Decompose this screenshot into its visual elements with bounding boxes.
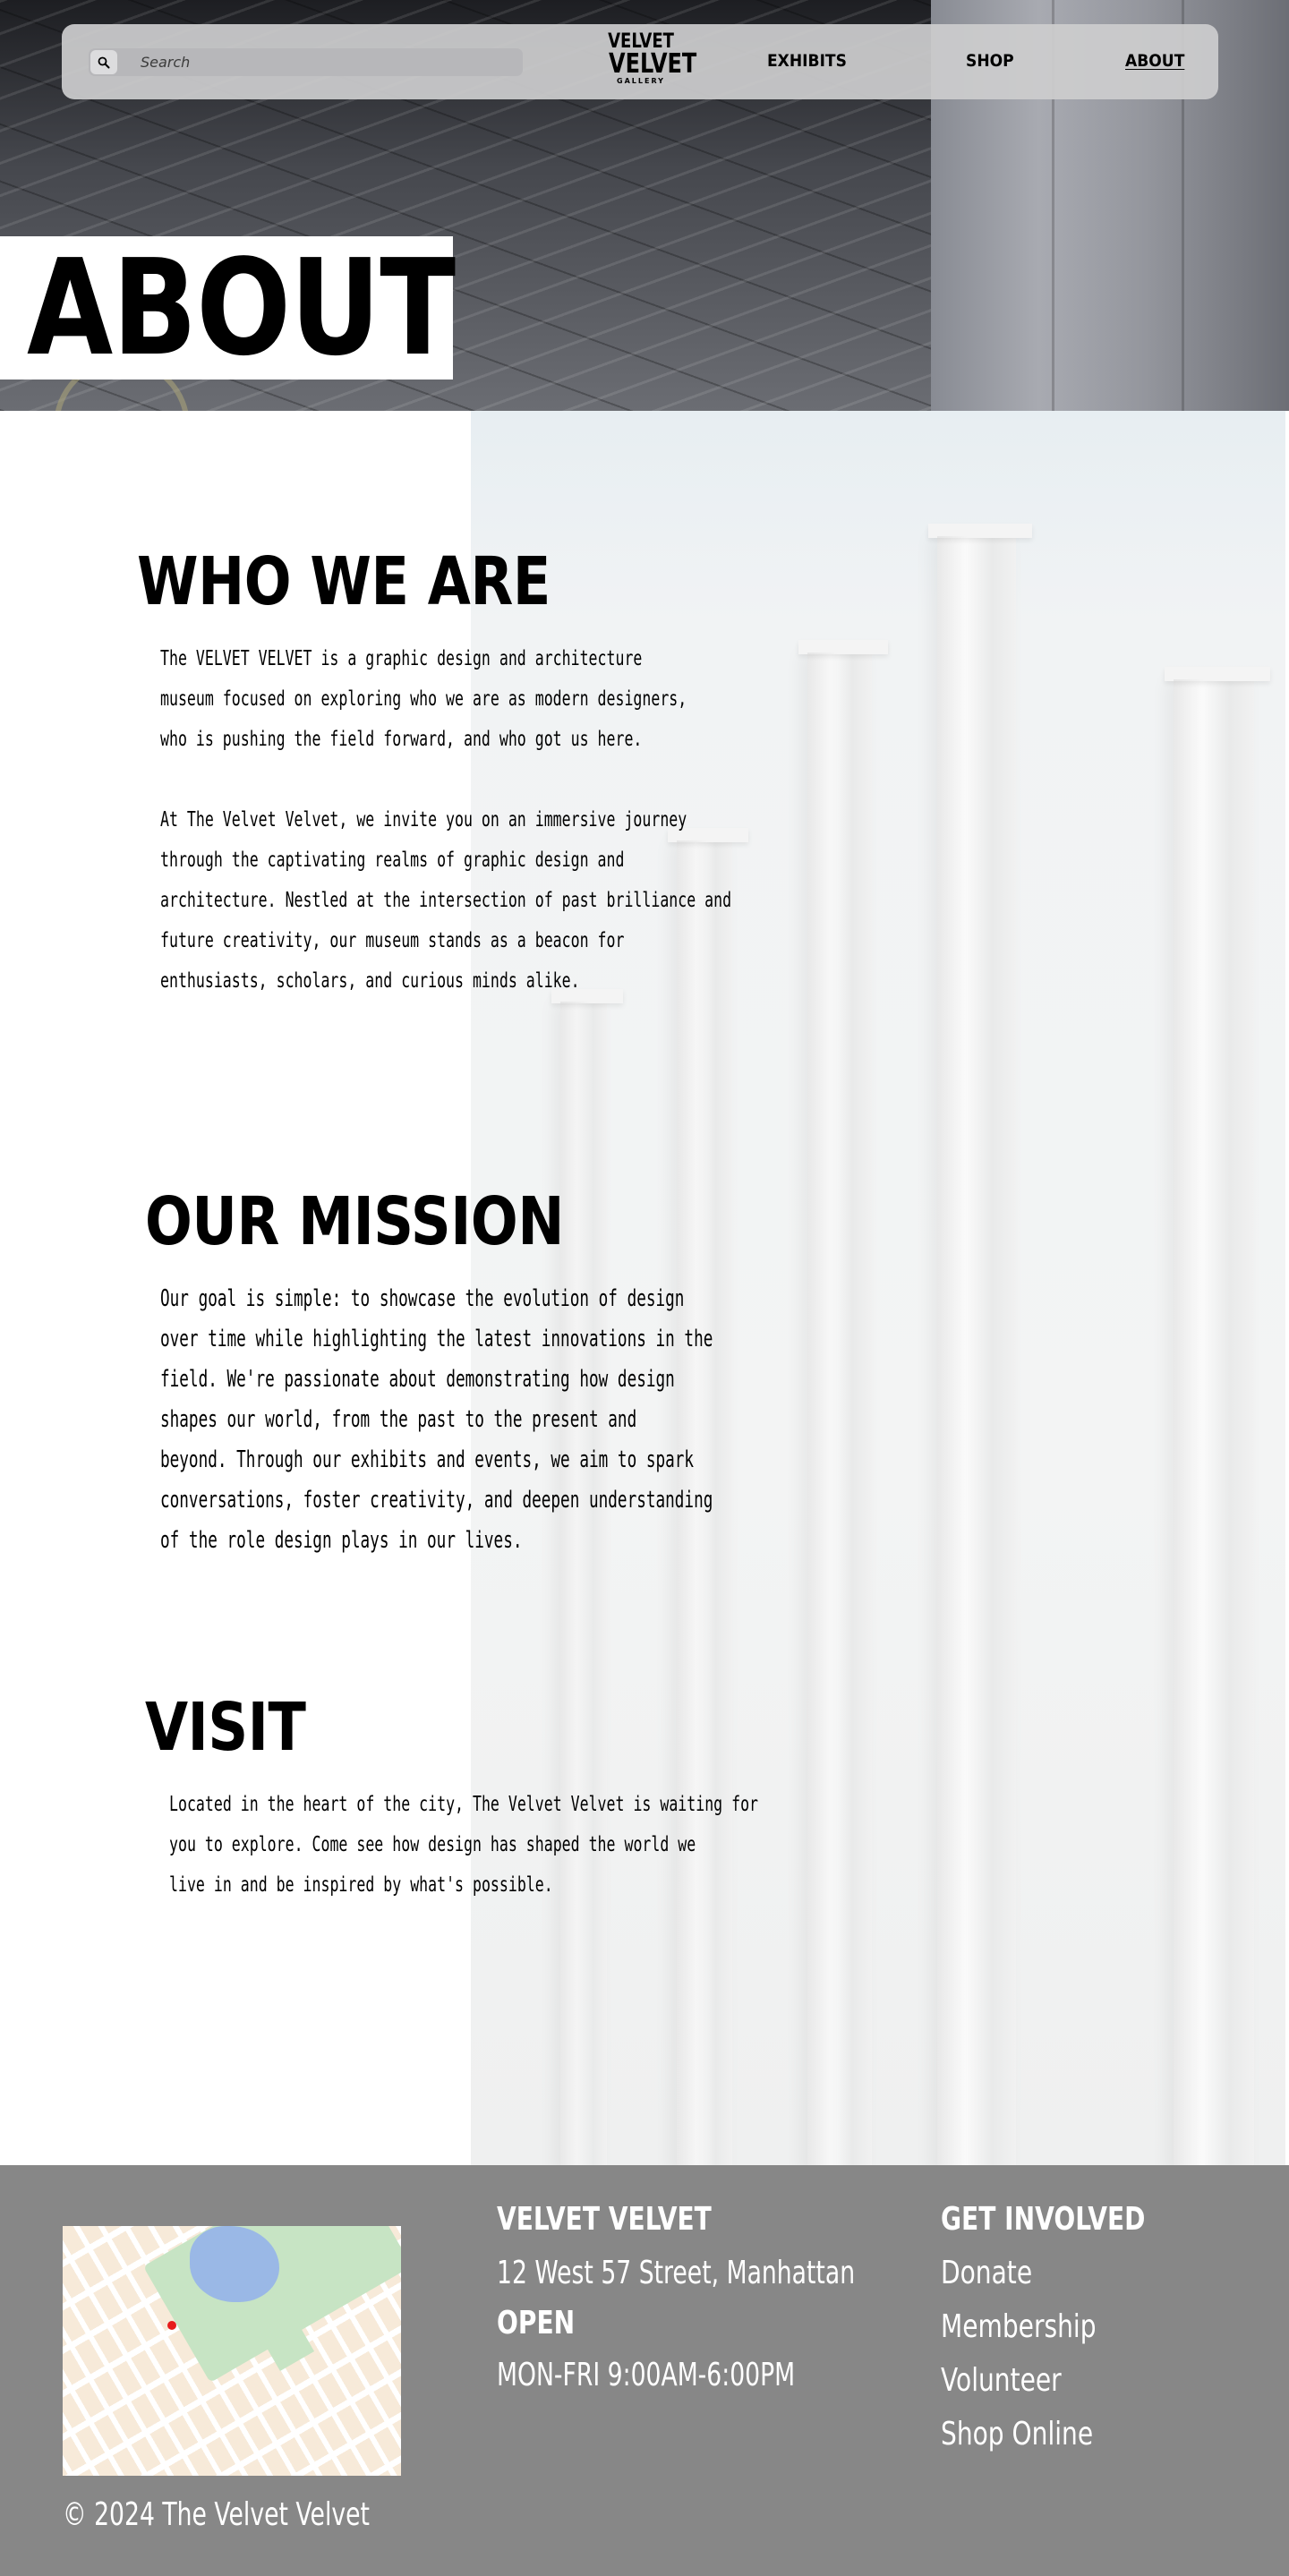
who-we-are-heading: WHO WE ARE <box>137 543 551 620</box>
architecture-column <box>928 524 1032 2165</box>
copyright-text: © 2024 The Velvet Velvet <box>63 2496 370 2533</box>
hero-title-box: ABOUT <box>0 231 456 385</box>
search-bar <box>89 48 523 76</box>
nav-link-shop[interactable]: SHOP <box>966 51 1014 71</box>
footer-link-shop-online[interactable]: Shop Online <box>941 2415 1093 2454</box>
footer-link-volunteer[interactable]: Volunteer <box>941 2361 1062 2401</box>
architecture-column <box>551 989 623 2165</box>
map-pin-icon <box>167 2321 176 2330</box>
get-involved-heading: GET INVOLVED <box>941 2201 1146 2238</box>
footer-address: 12 West 57 Street, Manhattan <box>497 2255 856 2291</box>
search-input[interactable] <box>141 48 508 76</box>
visit-paragraph: Located in the heart of the city, The Ve… <box>169 1793 759 1897</box>
about-content: WHO WE ARE The VELVET VELVET is a graphi… <box>0 411 1289 2165</box>
footer-link-membership[interactable]: Membership <box>941 2307 1097 2347</box>
our-mission-heading: OUR MISSION <box>145 1183 564 1260</box>
search-icon <box>98 56 110 68</box>
visit-heading: VISIT <box>145 1689 306 1766</box>
footer-museum-name: VELVET VELVET <box>497 2201 712 2238</box>
architecture-column <box>1165 667 1270 2165</box>
footer-hours: MON-FRI 9:00AM-6:00PM <box>497 2357 796 2393</box>
who-we-are-paragraph-1: The VELVET VELVET is a graphic design an… <box>160 647 687 751</box>
search-button[interactable] <box>90 50 117 74</box>
architecture-column <box>798 640 888 2165</box>
who-we-are-paragraph-2: At The Velvet Velvet, we invite you on a… <box>160 808 732 993</box>
our-mission-paragraph: Our goal is simple: to showcase the evol… <box>160 1285 713 1554</box>
site-logo[interactable]: VELVET VELVET GALLERY <box>601 32 697 91</box>
footer-link-donate[interactable]: Donate <box>941 2254 1032 2293</box>
footer-open-label: OPEN <box>497 2305 576 2341</box>
location-map[interactable] <box>63 2226 401 2476</box>
site-footer: VELVET VELVET 12 West 57 Street, Manhatt… <box>0 2165 1289 2576</box>
logo-line-2: VELVET <box>609 48 697 80</box>
page-title: ABOUT <box>27 231 456 385</box>
nav-link-about[interactable]: ABOUT <box>1125 51 1184 71</box>
nav-link-exhibits[interactable]: EXHIBITS <box>767 51 847 71</box>
top-navigation-bar: VELVET VELVET GALLERY EXHIBITS SHOP ABOU… <box>62 24 1218 99</box>
